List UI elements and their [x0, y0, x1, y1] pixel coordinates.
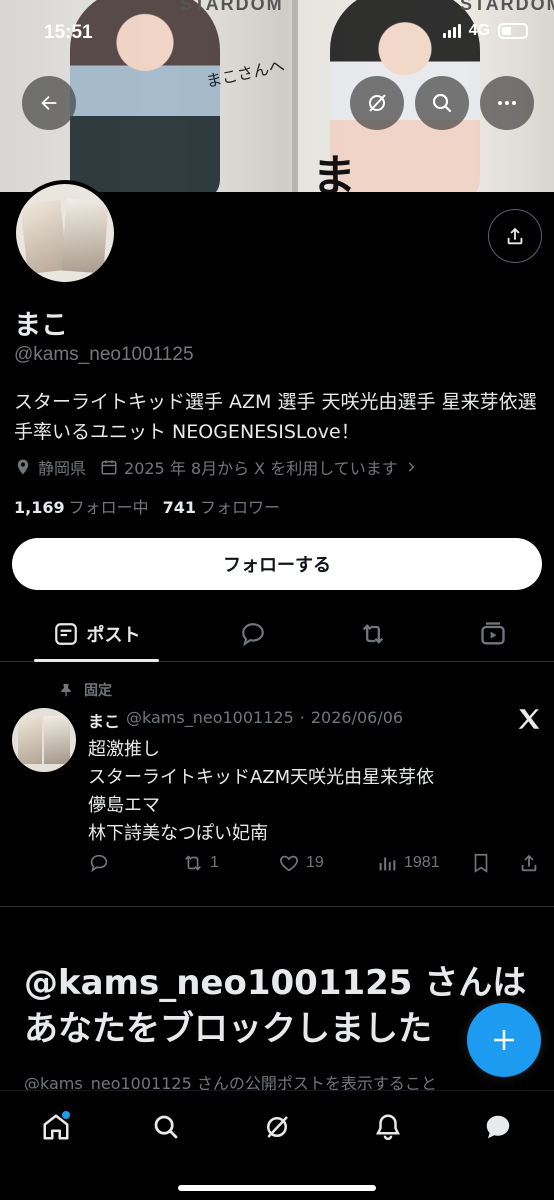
- following-count: 1,169: [14, 498, 65, 517]
- views-chart-icon: [379, 857, 396, 871]
- followers-link[interactable]: 741 フォロワー: [163, 494, 280, 518]
- post-actions: 1 19 1981: [88, 852, 544, 882]
- pinned-label: 固定: [84, 683, 112, 699]
- battery-icon: [498, 23, 528, 39]
- reply-icon: [90, 854, 108, 873]
- profile-name: まこ: [14, 310, 68, 341]
- post-line: 林下詩美なつぽい妃南: [88, 823, 268, 844]
- followers-count: 741: [162, 498, 197, 517]
- repost-button[interactable]: 1: [182, 852, 219, 874]
- posts-icon: [54, 623, 77, 645]
- post-separator: ·: [299, 708, 305, 727]
- profile-avatar[interactable]: [12, 180, 118, 286]
- network-type: 4G: [468, 22, 490, 39]
- nav-home[interactable]: [36, 1107, 76, 1147]
- post-avatar[interactable]: [12, 708, 76, 772]
- home-indicator: [178, 1185, 376, 1191]
- bottom-navigation: [0, 1090, 554, 1200]
- tab-posts[interactable]: ポスト: [34, 606, 159, 662]
- search-button[interactable]: [415, 76, 469, 130]
- reply-button[interactable]: [88, 852, 110, 874]
- tab-media[interactable]: [470, 606, 516, 662]
- views-button[interactable]: 1981: [376, 852, 440, 874]
- post-avatar-card-left: [18, 716, 42, 764]
- location-text: 静岡県: [38, 459, 87, 478]
- pinned-indicator: 固定: [58, 680, 112, 700]
- post-header: まこ @kams_neo1001125 · 2026/06/06: [88, 708, 403, 732]
- nav-search[interactable]: [146, 1107, 186, 1147]
- status-indicators: 4G: [442, 22, 528, 40]
- heart-icon: [280, 855, 298, 872]
- profile-location: 静岡県: [14, 455, 86, 479]
- repost-count: 1: [210, 854, 219, 871]
- x-logo-icon: [518, 709, 540, 729]
- compose-button[interactable]: [467, 1003, 541, 1077]
- post-share-button[interactable]: [518, 852, 540, 874]
- follow-stats: 1,169 フォロー中 741 フォロワー: [14, 494, 280, 518]
- chevron-right-icon: [408, 462, 415, 472]
- post-line: スターライトキッドAZM天咲光由星来芽依: [88, 767, 435, 788]
- tab-replies[interactable]: [230, 606, 276, 662]
- status-time: 15:51: [44, 22, 93, 43]
- grok-icon: [369, 94, 386, 112]
- following-label: フォロー中: [68, 498, 149, 517]
- pin-icon: [61, 684, 71, 697]
- location-pin-icon: [17, 459, 29, 475]
- views-count: 1981: [404, 854, 440, 871]
- banner-character: ま: [312, 151, 356, 192]
- share-icon: [521, 854, 537, 872]
- avatar-card-left: [20, 200, 68, 274]
- avatar-card-right: [61, 198, 109, 274]
- more-dots-icon: [498, 101, 516, 105]
- more-button[interactable]: [480, 76, 534, 130]
- post-author-name[interactable]: まこ: [88, 708, 120, 732]
- bookmark-button[interactable]: [470, 852, 492, 874]
- pinned-post[interactable]: 固定 まこ @kams_neo1001125 · 2026/06/06 超激推し…: [0, 662, 554, 907]
- profile-bio: スターライトキッド選手 AZM 選手 天咲光由選手 星来芽依選手率いるユニット …: [14, 391, 537, 443]
- profile-meta: 静岡県 2025 年 8月から X を利用しています: [14, 455, 418, 479]
- joined-text: 2025 年 8月から X を利用しています: [124, 459, 398, 478]
- nav-messages[interactable]: [478, 1107, 518, 1147]
- like-button[interactable]: 19: [278, 852, 324, 874]
- plus-icon: [494, 1030, 514, 1050]
- profile-joined[interactable]: 2025 年 8月から X を利用しています: [100, 455, 418, 479]
- media-play-icon: [481, 622, 505, 645]
- post-author-handle: @kams_neo1001125: [126, 708, 294, 727]
- post-line: 超激推し: [88, 739, 160, 760]
- share-icon: [507, 227, 523, 245]
- bell-icon: [375, 1114, 401, 1141]
- grok-button[interactable]: [350, 76, 404, 130]
- post-line: 儚島エマ: [88, 795, 160, 816]
- post-body: 超激推し スターライトキッドAZM天咲光由星来芽依 儚島エマ 林下詩美なつぽい妃…: [88, 736, 434, 848]
- post-avatar-card-right: [44, 716, 70, 764]
- calendar-icon: [101, 460, 117, 475]
- like-count: 19: [306, 854, 324, 871]
- tab-posts-label: ポスト: [86, 625, 141, 646]
- repost-icon: [362, 624, 384, 644]
- search-icon: [154, 1115, 178, 1139]
- nav-grok[interactable]: [257, 1107, 297, 1147]
- following-link[interactable]: 1,169 フォロー中: [14, 494, 149, 518]
- post-date[interactable]: 2026/06/06: [311, 708, 403, 732]
- profile-handle: @kams_neo1001125: [14, 344, 194, 365]
- share-button[interactable]: [488, 209, 542, 263]
- follow-button[interactable]: フォローする: [12, 538, 542, 590]
- notification-dot: [62, 1111, 70, 1119]
- message-bubble-icon: [486, 1115, 510, 1139]
- blocked-title: @kams_neo1001125 さんはあなたをブロックしました: [24, 963, 527, 1049]
- tab-reposts[interactable]: [350, 606, 396, 662]
- reply-bubble-icon: [242, 623, 264, 647]
- profile-tabs: ポスト: [0, 606, 554, 662]
- arrow-left-icon: [41, 95, 57, 111]
- nav-notifications[interactable]: [368, 1107, 408, 1147]
- search-icon: [432, 93, 452, 113]
- status-bar: 15:51 4G: [0, 0, 554, 64]
- followers-label: フォロワー: [200, 498, 281, 517]
- signal-icon: [442, 24, 461, 38]
- bookmark-icon: [474, 853, 488, 873]
- grok-icon: [267, 1116, 288, 1138]
- back-button[interactable]: [22, 76, 76, 130]
- repost-icon: [185, 855, 201, 871]
